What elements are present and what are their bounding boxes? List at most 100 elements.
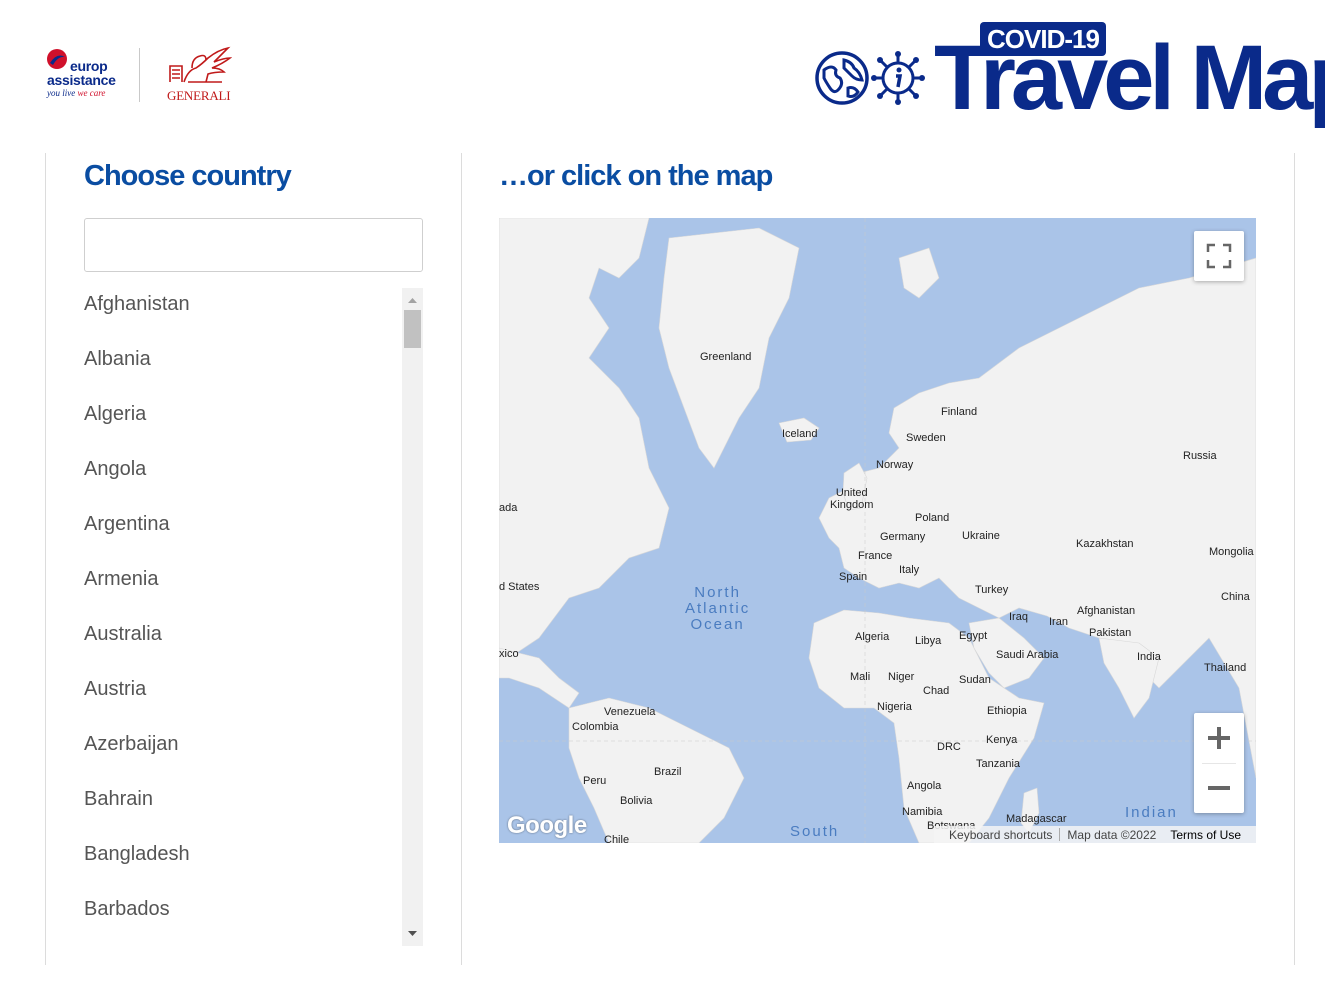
header: europ assistance you live we care GENERA… xyxy=(0,0,1325,140)
map-label-sudan[interactable]: Sudan xyxy=(959,674,991,686)
map-label-namibia[interactable]: Namibia xyxy=(902,806,942,818)
country-list-scrollbar[interactable] xyxy=(402,288,423,946)
map-label-thailand[interactable]: Thailand xyxy=(1204,662,1246,674)
map-label-tanzania[interactable]: Tanzania xyxy=(976,758,1020,770)
map-label-drc[interactable]: DRC xyxy=(937,741,961,753)
generali-wordmark: GENERALI xyxy=(167,88,231,103)
map-label-turkey[interactable]: Turkey xyxy=(975,584,1008,596)
map-label-iraq[interactable]: Iraq xyxy=(1009,611,1028,623)
map-label-poland[interactable]: Poland xyxy=(915,512,949,524)
map-label-finland[interactable]: Finland xyxy=(941,406,977,418)
panel-divider xyxy=(461,153,462,965)
map-label-bolivia[interactable]: Bolivia xyxy=(620,795,652,807)
map-landmass xyxy=(499,218,1256,843)
generali-lion-icon xyxy=(169,46,233,83)
map-label-italy[interactable]: Italy xyxy=(899,564,919,576)
globe-icon xyxy=(815,51,869,105)
ocean-label-indian: Indian xyxy=(1125,804,1178,821)
country-item-australia[interactable]: Australia xyxy=(84,618,423,673)
covid-badge: COVID-19 xyxy=(980,22,1106,56)
ocean-label-south: South xyxy=(790,823,840,840)
virus-info-icon xyxy=(871,51,925,105)
map-attribution: Keyboard shortcuts Map data ©2022 Terms … xyxy=(934,826,1256,843)
plus-icon xyxy=(1208,727,1230,749)
map-label-afghanistan[interactable]: Afghanistan xyxy=(1077,605,1135,617)
zoom-in-button[interactable] xyxy=(1194,713,1244,763)
map-label-chad[interactable]: Chad xyxy=(923,685,949,697)
map-label-kazakhstan[interactable]: Kazakhstan xyxy=(1076,538,1133,550)
brand-tagline: you live we care xyxy=(47,88,105,98)
terms-of-use-link[interactable]: Terms of Use xyxy=(1163,828,1248,842)
map-label-algeria[interactable]: Algeria xyxy=(855,631,889,643)
map-label-kenya[interactable]: Kenya xyxy=(986,734,1017,746)
country-item-azerbaijan[interactable]: Azerbaijan xyxy=(84,728,423,783)
map-label-libya[interactable]: Libya xyxy=(915,635,941,647)
map-label-mali[interactable]: Mali xyxy=(850,671,870,683)
covid-travel-map-logo: Travel Map COVID-19 xyxy=(814,22,1325,128)
map-label-saudi-arabia[interactable]: Saudi Arabia xyxy=(996,649,1058,661)
map-label-spain[interactable]: Spain xyxy=(839,571,867,583)
map-label-pakistan[interactable]: Pakistan xyxy=(1089,627,1131,639)
country-item-argentina[interactable]: Argentina xyxy=(84,508,423,563)
scroll-up-arrow-icon[interactable] xyxy=(402,292,423,308)
map-label-nigeria[interactable]: Nigeria xyxy=(877,701,912,713)
map-label-angola[interactable]: Angola xyxy=(907,780,941,792)
map-label-iceland[interactable]: Iceland xyxy=(782,428,817,440)
country-item-barbados[interactable]: Barbados xyxy=(84,893,423,946)
tagline-red: we care xyxy=(77,88,106,98)
map-label-mongolia[interactable]: Mongolia xyxy=(1209,546,1254,558)
map-label-egypt[interactable]: Egypt xyxy=(959,630,987,642)
country-item-armenia[interactable]: Armenia xyxy=(84,563,423,618)
zoom-controls xyxy=(1194,713,1244,813)
country-list[interactable]: Afghanistan Albania Algeria Angola Argen… xyxy=(84,288,423,946)
google-logo[interactable]: Google xyxy=(507,812,587,840)
map-label-united-states[interactable]: d States xyxy=(499,581,539,593)
map-heading: …or click on the map xyxy=(499,160,773,192)
country-item-algeria[interactable]: Algeria xyxy=(84,398,423,453)
scroll-down-arrow-icon[interactable] xyxy=(402,926,423,942)
map-label-sweden[interactable]: Sweden xyxy=(906,432,946,444)
country-item-afghanistan[interactable]: Afghanistan xyxy=(84,288,423,343)
country-item-albania[interactable]: Albania xyxy=(84,343,423,398)
map-label-russia[interactable]: Russia xyxy=(1183,450,1217,462)
generali-logo[interactable]: GENERALI xyxy=(162,44,238,104)
map-label-india[interactable]: India xyxy=(1137,651,1161,663)
map-label-iran[interactable]: Iran xyxy=(1049,616,1068,628)
map-label-ukraine[interactable]: Ukraine xyxy=(962,530,1000,542)
country-item-bahrain[interactable]: Bahrain xyxy=(84,783,423,838)
country-item-angola[interactable]: Angola xyxy=(84,453,423,508)
map-label-niger[interactable]: Niger xyxy=(888,671,914,683)
map-label-chile[interactable]: Chile xyxy=(604,834,629,843)
map-label-madagascar[interactable]: Madagascar xyxy=(1006,813,1067,825)
keyboard-shortcuts-link[interactable]: Keyboard shortcuts xyxy=(942,828,1059,842)
fullscreen-button[interactable] xyxy=(1194,231,1244,281)
scrollbar-thumb[interactable] xyxy=(404,310,421,348)
europ-assistance-mark-icon xyxy=(47,49,67,69)
country-item-bangladesh[interactable]: Bangladesh xyxy=(84,838,423,893)
choose-country-heading: Choose country xyxy=(84,160,292,192)
minus-icon xyxy=(1208,786,1230,790)
map-label-venezuela[interactable]: Venezuela xyxy=(604,706,655,718)
map-label-peru[interactable]: Peru xyxy=(583,775,606,787)
europ-assistance-logo[interactable]: europ assistance you live we care xyxy=(44,46,116,104)
map-label-norway[interactable]: Norway xyxy=(876,459,913,471)
map-label-canada[interactable]: ada xyxy=(499,502,517,514)
map-label-colombia[interactable]: Colombia xyxy=(572,721,618,733)
map-data-text: Map data ©2022 xyxy=(1067,827,1157,842)
map-label-germany[interactable]: Germany xyxy=(880,531,925,543)
fullscreen-icon xyxy=(1206,243,1232,269)
map-label-france[interactable]: France xyxy=(858,550,892,562)
map-label-china[interactable]: China xyxy=(1221,591,1250,603)
world-map[interactable]: Greenland Iceland Finland Sweden Norway … xyxy=(499,218,1256,843)
map-label-ethiopia[interactable]: Ethiopia xyxy=(987,705,1027,717)
map-label-greenland[interactable]: Greenland xyxy=(700,351,751,363)
map-label-brazil[interactable]: Brazil xyxy=(654,766,682,778)
logo-divider xyxy=(139,48,140,102)
country-item-austria[interactable]: Austria xyxy=(84,673,423,728)
left-border xyxy=(45,153,46,965)
ocean-label-north-atlantic: North Atlantic Ocean xyxy=(685,584,751,633)
map-label-united-kingdom[interactable]: United Kingdom xyxy=(830,487,873,511)
country-search-input[interactable] xyxy=(84,218,423,272)
map-label-mexico[interactable]: xico xyxy=(499,648,519,660)
zoom-out-button[interactable] xyxy=(1194,763,1244,813)
